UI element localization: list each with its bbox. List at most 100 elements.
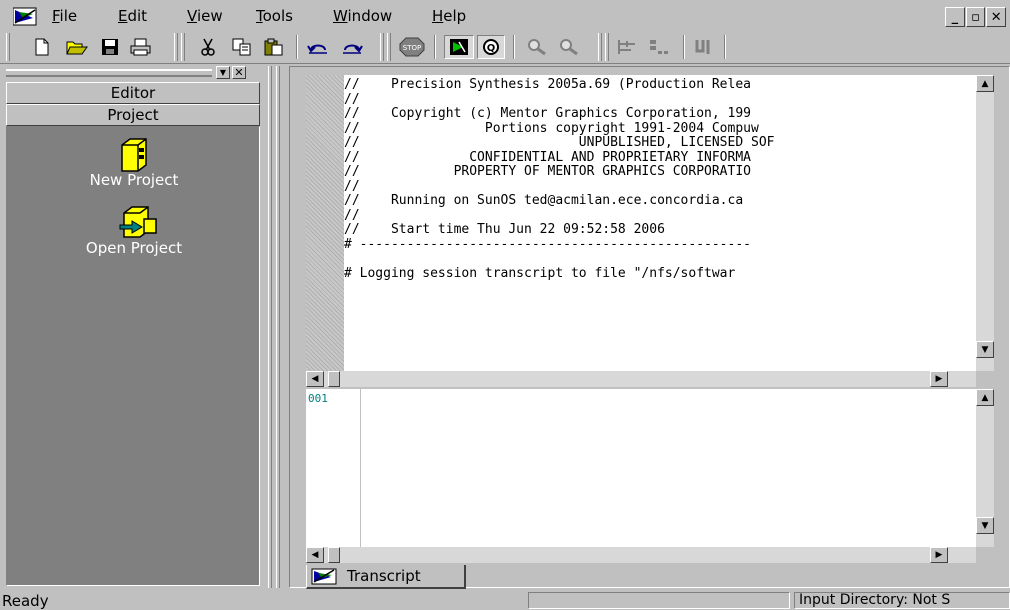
scroll-left-button[interactable]: ◀ <box>306 371 324 387</box>
maximize-button[interactable]: ▫ <box>965 7 986 27</box>
output-gutter <box>306 75 344 371</box>
toolbar-separator <box>296 35 298 59</box>
toolbar-separator-5 <box>724 35 726 59</box>
status-text: Ready <box>2 592 49 610</box>
new-project-label: New Project <box>89 171 179 189</box>
menu-edit[interactable]: Edit <box>118 7 147 25</box>
stop-button[interactable]: STOP <box>398 35 426 59</box>
transcript-line: // Precision Synthesis 2005a.69 (Product… <box>344 77 751 92</box>
close-icon: ✕ <box>234 66 244 79</box>
open-project-button[interactable]: Open Project <box>7 205 261 257</box>
cmd-scroll-left-button[interactable]: ◀ <box>306 547 324 563</box>
toolbar-grip-4[interactable] <box>380 33 384 61</box>
scroll-down-button[interactable]: ▼ <box>976 341 994 358</box>
menu-tools[interactable]: Tools <box>256 7 293 25</box>
panel-titlebar[interactable]: ▼ ✕ <box>6 66 258 80</box>
menu-help[interactable]: Help <box>432 7 466 25</box>
restore-icon: ▫ <box>971 9 980 25</box>
command-vertical-scrollbar[interactable]: ▲ ▼ <box>976 389 994 547</box>
tab-transcript[interactable]: Transcript <box>306 565 466 589</box>
arrow-up-icon: ▲ <box>981 392 989 403</box>
minimize-button[interactable]: _ <box>945 7 965 27</box>
scroll-up-button[interactable]: ▲ <box>976 75 994 92</box>
tab-project[interactable]: Project <box>6 104 260 126</box>
align-button[interactable] <box>615 35 639 59</box>
open-folder-icon <box>66 41 88 55</box>
new-project-button[interactable]: New Project <box>7 137 261 189</box>
toolbar-separator-4 <box>683 35 685 59</box>
svg-text:STOP: STOP <box>403 44 421 52</box>
transcript-line: // <box>344 178 360 194</box>
zoom-out-icon <box>560 39 578 56</box>
panel-dropdown-button[interactable]: ▼ <box>216 66 230 79</box>
toolbar-grip-7[interactable] <box>605 33 609 61</box>
panel-close-button[interactable]: ✕ <box>232 66 246 79</box>
scissors-icon <box>201 38 215 56</box>
zoom-out-button[interactable] <box>557 35 581 59</box>
project-panel: ▼ ✕ Editor Project New Project Open Proj… <box>0 66 265 588</box>
scroll-thumb[interactable] <box>328 371 340 387</box>
paste-button[interactable] <box>262 35 286 59</box>
quick-button[interactable]: Q <box>477 35 505 59</box>
panel-splitter[interactable] <box>266 66 284 588</box>
copy-button[interactable] <box>230 35 254 59</box>
cmd-scroll-thumb[interactable] <box>328 547 340 563</box>
menu-file[interactable]: File <box>52 7 77 25</box>
output-horizontal-scrollbar[interactable]: ◀ ▶ <box>306 371 976 387</box>
menu-window[interactable]: Window <box>333 7 392 25</box>
cmd-scroll-right-button[interactable]: ▶ <box>930 547 948 563</box>
toolbar-grip-2[interactable] <box>174 33 178 61</box>
transcript-line: // Portions copyright 1991-2004 Compuw <box>344 120 759 136</box>
tab-transcript-label: Transcript <box>347 567 421 585</box>
filter-button[interactable] <box>692 35 716 59</box>
status-bar: Ready Input Directory: Not S <box>0 590 1010 610</box>
menu-view[interactable]: View <box>187 7 223 25</box>
command-gutter: 001 <box>306 389 360 547</box>
transcript-line <box>344 252 976 267</box>
open-project-label: Open Project <box>85 239 183 257</box>
cut-button[interactable] <box>196 35 220 59</box>
redo-button[interactable] <box>340 35 364 59</box>
toolbar-grip-6[interactable] <box>598 33 602 61</box>
transcript-line: // Copyright (c) Mentor Graphics Corpora… <box>344 106 751 121</box>
open-file-button[interactable] <box>65 35 89 59</box>
zoom-in-icon <box>528 39 546 56</box>
arrow-left-icon: ◀ <box>311 550 319 560</box>
toolbar-grip[interactable] <box>6 33 10 61</box>
close-button[interactable]: ✕ <box>986 7 1007 27</box>
transcript-text: // Precision Synthesis 2005a.69 (Product… <box>344 75 976 281</box>
save-button[interactable] <box>98 35 122 59</box>
toolbar: STOP Q <box>0 30 1010 64</box>
print-button[interactable] <box>129 35 153 59</box>
open-project-icon <box>118 205 157 238</box>
command-horizontal-scrollbar[interactable]: ◀ ▶ <box>306 547 976 563</box>
transcript-line: // Start time Thu Jun 22 09:52:58 2006 <box>344 222 665 237</box>
new-file-icon <box>35 38 49 56</box>
chevron-down-icon: ▼ <box>219 68 227 77</box>
status-middle-field <box>528 592 790 609</box>
cmd-scroll-up-button[interactable]: ▲ <box>976 389 994 406</box>
new-file-button[interactable] <box>30 35 54 59</box>
toolbar-grip-3[interactable] <box>181 33 185 61</box>
tab-editor-label: Editor <box>110 84 156 102</box>
command-input[interactable] <box>360 389 976 547</box>
toolbar-grip-5[interactable] <box>387 33 391 61</box>
hierarchy-button[interactable] <box>647 35 671 59</box>
cmd-scroll-down-button[interactable]: ▼ <box>976 517 994 534</box>
app-logo-icon[interactable] <box>12 6 37 26</box>
zoom-in-button[interactable] <box>525 35 549 59</box>
transcript-line: # --------------------------------------… <box>344 236 751 252</box>
undo-button[interactable] <box>306 35 330 59</box>
project-actions-area: New Project Open Project <box>6 126 260 586</box>
tab-editor[interactable]: Editor <box>6 82 260 104</box>
menu-bar: File Edit View Tools Window Help _ ▫ ✕ <box>0 0 1010 30</box>
transcript-line: // UNPUBLISHED, LICENSED SOF <box>344 135 775 150</box>
output-vertical-scrollbar[interactable]: ▲ ▼ <box>976 75 994 371</box>
toolbar-separator-3 <box>513 35 515 59</box>
scroll-right-button[interactable]: ▶ <box>930 371 948 387</box>
transcript-output[interactable]: // Precision Synthesis 2005a.69 (Product… <box>344 75 976 371</box>
run-button[interactable] <box>444 35 474 59</box>
close-icon: ✕ <box>990 9 1002 25</box>
undo-icon <box>307 44 327 54</box>
arrow-right-icon: ▶ <box>935 374 943 384</box>
